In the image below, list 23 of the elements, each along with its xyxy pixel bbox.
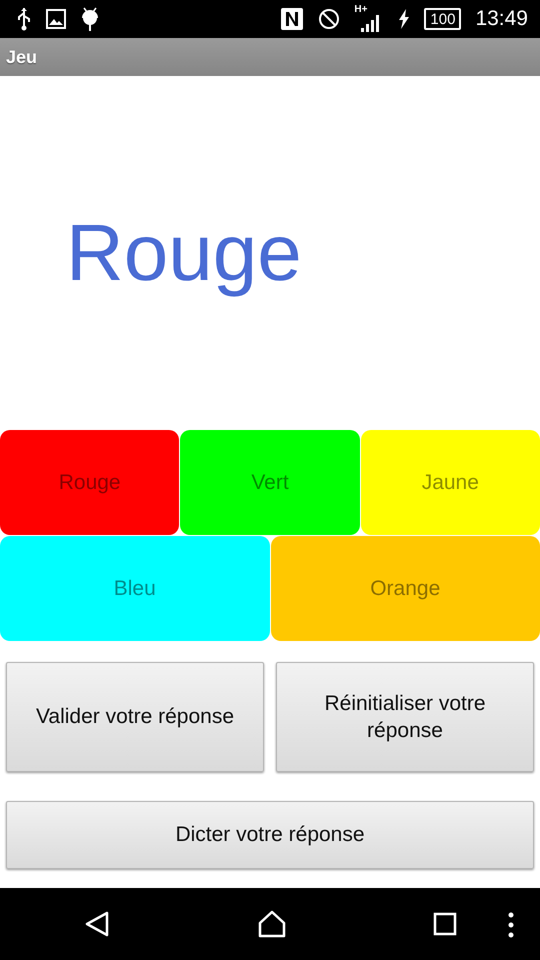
- color-choice-button[interactable]: Jaune: [360, 430, 540, 535]
- home-icon[interactable]: [257, 910, 287, 938]
- back-icon[interactable]: [83, 910, 111, 938]
- nfc-icon: [280, 7, 304, 31]
- menu-icon[interactable]: [508, 912, 514, 938]
- android-icon: [80, 6, 100, 32]
- image-icon: [46, 9, 66, 29]
- color-choice-button[interactable]: Vert: [180, 430, 360, 535]
- charging-icon: [398, 9, 410, 29]
- app-title: Jeu: [6, 46, 38, 68]
- dictate-button[interactable]: Dicter votre réponse: [6, 801, 534, 869]
- color-choice-button[interactable]: Bleu: [0, 536, 270, 641]
- reset-button[interactable]: Réinitialiser votre réponse: [276, 662, 534, 772]
- recent-apps-icon[interactable]: [433, 912, 457, 936]
- blocked-icon: [318, 8, 340, 30]
- network-type: H+: [354, 4, 368, 15]
- color-word: Rouge: [66, 207, 302, 299]
- color-choice-button[interactable]: Orange: [270, 536, 540, 641]
- usb-icon: [16, 7, 32, 31]
- clock: 13:49: [475, 7, 528, 31]
- submit-button[interactable]: Valider votre réponse: [6, 662, 264, 772]
- battery-level: 100: [424, 8, 462, 30]
- color-choice-button[interactable]: Rouge: [0, 430, 180, 535]
